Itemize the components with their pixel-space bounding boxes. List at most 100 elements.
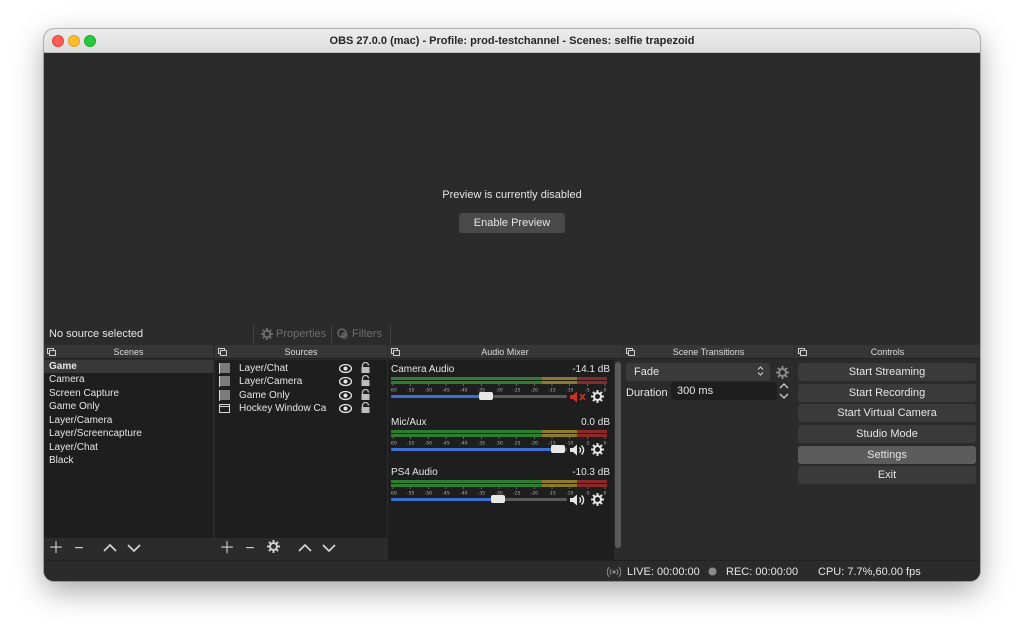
exit-button[interactable]: Exit bbox=[798, 466, 976, 484]
meter-scale-label: -20 bbox=[531, 441, 539, 446]
speaker-icon[interactable] bbox=[569, 493, 587, 507]
speaker-icon[interactable] bbox=[569, 443, 587, 457]
select-arrows-icon bbox=[757, 366, 764, 376]
meter-scale-label: -30 bbox=[495, 441, 503, 446]
meter-scale-label: -15 bbox=[548, 388, 556, 393]
scene-item[interactable]: Game bbox=[44, 360, 213, 373]
settings-button[interactable]: Settings bbox=[798, 446, 976, 464]
window-title: OBS 27.0.0 (mac) - Profile: prod-testcha… bbox=[329, 35, 695, 47]
record-dot-icon bbox=[708, 567, 717, 576]
volume-handle[interactable] bbox=[551, 445, 566, 453]
lock-icon[interactable] bbox=[360, 375, 371, 387]
scene-item[interactable]: Game Only bbox=[44, 400, 213, 413]
gear-icon[interactable] bbox=[591, 493, 604, 506]
scenes-list[interactable]: Game Camera Screen Capture Game Only Lay… bbox=[44, 360, 213, 538]
gear-icon[interactable] bbox=[591, 443, 604, 456]
remove-source-button[interactable]: − bbox=[241, 540, 259, 558]
chevron-up-icon bbox=[103, 543, 117, 552]
volume-slider[interactable] bbox=[391, 392, 567, 400]
scene-item[interactable]: Layer/Camera bbox=[44, 414, 213, 427]
eye-icon[interactable] bbox=[339, 390, 352, 401]
volume-handle[interactable] bbox=[491, 495, 506, 503]
source-properties-button[interactable] bbox=[264, 540, 282, 558]
source-item[interactable]: Layer/Camera bbox=[215, 375, 387, 388]
meter-scale-label: -25 bbox=[513, 491, 521, 496]
remove-scene-button[interactable]: − bbox=[70, 540, 88, 558]
eye-icon[interactable] bbox=[339, 376, 352, 387]
lock-icon[interactable] bbox=[360, 389, 371, 401]
move-source-down-button[interactable] bbox=[320, 540, 338, 558]
scene-item[interactable]: Layer/Chat bbox=[44, 441, 213, 454]
source-item[interactable]: Game Only bbox=[215, 389, 387, 402]
mixer-scrollbar[interactable] bbox=[614, 360, 622, 560]
move-scene-up-button[interactable] bbox=[101, 540, 119, 558]
eye-icon[interactable] bbox=[339, 363, 352, 374]
scene-transitions-dock-header: Scene Transitions bbox=[623, 345, 794, 359]
scene-item[interactable]: Screen Capture bbox=[44, 387, 213, 400]
context-bar: No source selected Properties Filters bbox=[44, 323, 980, 345]
context-divider bbox=[390, 325, 391, 343]
meter-scale-label: -45 bbox=[442, 441, 450, 446]
scene-item[interactable]: Black bbox=[44, 454, 213, 467]
start-recording-button[interactable]: Start Recording bbox=[798, 384, 976, 402]
meter-scale-label: -45 bbox=[442, 491, 450, 496]
lock-icon[interactable] bbox=[360, 362, 371, 374]
volume-fill bbox=[391, 395, 487, 398]
sources-list[interactable]: Layer/Chat Layer/Camera Game Only Hockey… bbox=[215, 360, 387, 538]
move-source-up-button[interactable] bbox=[296, 540, 314, 558]
controls-dock: Controls Start Streaming Start Recording… bbox=[795, 345, 980, 560]
move-scene-down-button[interactable] bbox=[125, 540, 143, 558]
properties-label: Properties bbox=[276, 328, 327, 340]
meter-scale-label: -50 bbox=[425, 491, 433, 496]
gear-icon[interactable] bbox=[776, 366, 789, 379]
volume-handle[interactable] bbox=[479, 392, 494, 400]
source-label: Layer/Camera bbox=[239, 376, 303, 387]
start-streaming-button[interactable]: Start Streaming bbox=[798, 363, 976, 381]
meter-scale-label: -40 bbox=[460, 491, 468, 496]
filters-label: Filters bbox=[352, 328, 382, 340]
channel-db: -10.3 dB bbox=[572, 467, 610, 478]
channel-db: 0.0 dB bbox=[581, 417, 610, 428]
duration-input[interactable]: 300 ms bbox=[671, 382, 777, 400]
channel-name: Camera Audio bbox=[391, 364, 455, 375]
sources-toolbar: ＋ − bbox=[215, 538, 387, 560]
audio-mixer-dock: Audio Mixer Camera Audio -14.1 dB -60 -55… bbox=[388, 345, 622, 560]
add-scene-button[interactable]: ＋ bbox=[47, 540, 65, 558]
channel-db: -14.1 dB bbox=[572, 364, 610, 375]
enable-preview-button[interactable]: Enable Preview bbox=[459, 213, 565, 233]
source-item[interactable]: Layer/Chat bbox=[215, 362, 387, 375]
group-icon bbox=[219, 363, 230, 374]
filters-button[interactable]: Filters bbox=[337, 328, 382, 340]
studio-mode-button[interactable]: Studio Mode bbox=[798, 425, 976, 443]
add-source-button[interactable]: ＋ bbox=[218, 540, 236, 558]
source-label: Hockey Window Ca bbox=[239, 403, 327, 414]
eye-icon[interactable] bbox=[339, 403, 352, 414]
cpu-fps: CPU: 7.7%,60.00 fps bbox=[818, 566, 921, 578]
channel-name: Mic/Aux bbox=[391, 417, 427, 428]
meter-scale-label: -55 bbox=[407, 441, 415, 446]
duration-stepper[interactable] bbox=[778, 382, 790, 400]
muted-speaker-icon[interactable] bbox=[569, 390, 587, 404]
volume-fill bbox=[391, 448, 559, 451]
start-virtual-camera-button[interactable]: Start Virtual Camera bbox=[798, 404, 976, 422]
sources-dock: Sources Layer/Chat Layer/Camera Game Onl… bbox=[215, 345, 387, 560]
live-timer: LIVE: 00:00:00 bbox=[627, 566, 700, 578]
meter-scale-label: -20 bbox=[531, 388, 539, 393]
properties-button[interactable]: Properties bbox=[261, 328, 326, 340]
sources-dock-header: Sources bbox=[215, 345, 387, 359]
gear-icon[interactable] bbox=[591, 390, 604, 403]
controls-dock-header: Controls bbox=[795, 345, 980, 359]
lock-icon[interactable] bbox=[360, 402, 371, 414]
transition-select[interactable]: Fade bbox=[626, 363, 770, 381]
context-divider bbox=[253, 325, 254, 343]
obs-window: OBS 27.0.0 (mac) - Profile: prod-testcha… bbox=[44, 29, 980, 581]
transition-selected-value: Fade bbox=[634, 366, 660, 378]
scene-item[interactable]: Camera bbox=[44, 373, 213, 386]
source-item[interactable]: Hockey Window Ca bbox=[215, 402, 387, 415]
context-divider bbox=[331, 325, 332, 343]
mixer-scroll-thumb[interactable] bbox=[615, 362, 621, 548]
volume-slider[interactable] bbox=[391, 445, 567, 453]
scene-item[interactable]: Layer/Screencapture bbox=[44, 427, 213, 440]
meter-scale-label: -35 bbox=[478, 491, 486, 496]
volume-slider[interactable] bbox=[391, 495, 567, 503]
